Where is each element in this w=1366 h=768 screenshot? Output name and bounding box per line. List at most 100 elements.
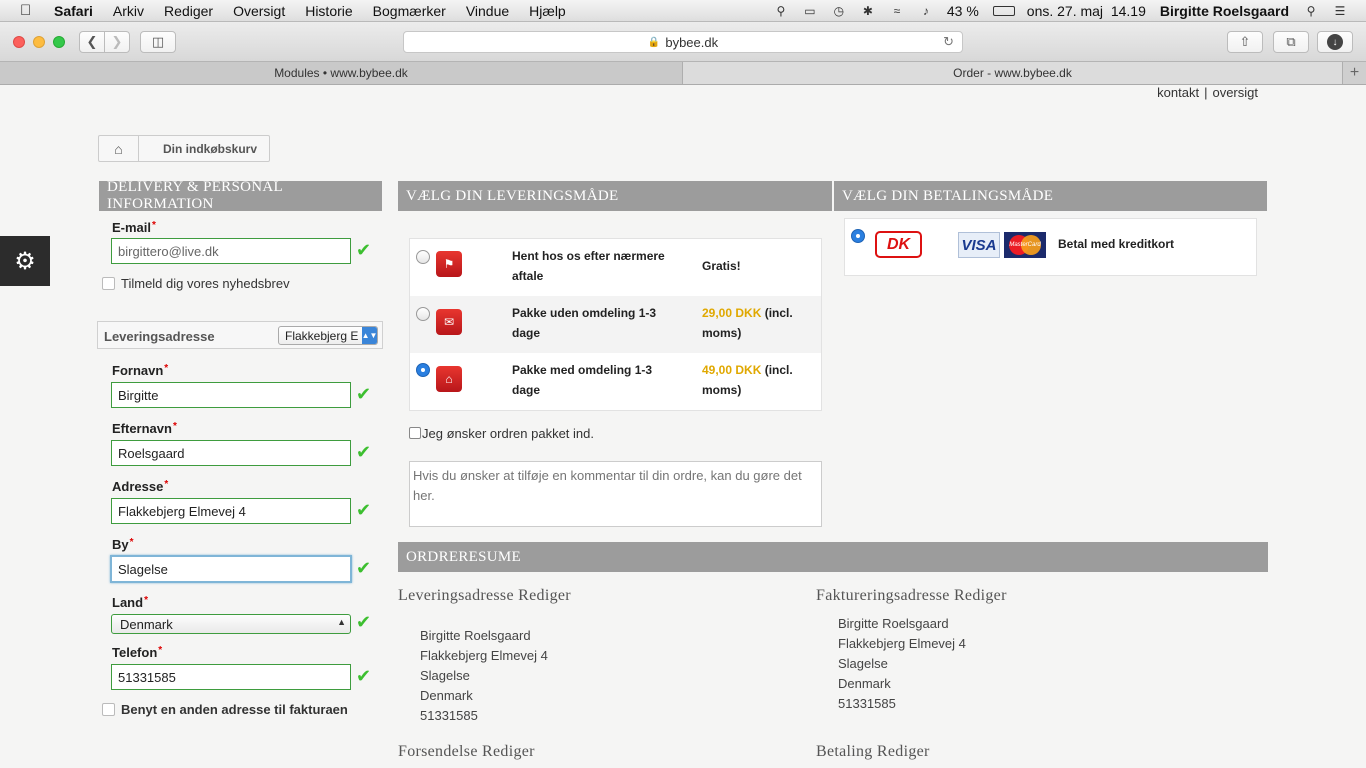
order-comment-input[interactable] (409, 461, 822, 527)
shipping-price-no-delivery: 29,00 DKK (incl. moms) (702, 303, 812, 343)
email-valid-check-icon: ✔ (356, 240, 372, 260)
delivery-address-select[interactable]: Flakkebjerg E ▲▼ (278, 326, 378, 345)
shipping-option-pickup[interactable]: ⚑ Hent hos os efter nærmere aftale Grati… (410, 239, 821, 296)
delivery-address-label: Leveringsadresse (104, 329, 215, 344)
airplay-icon[interactable]: ▭ (802, 4, 818, 18)
address-label: Adresse* (112, 479, 168, 494)
browser-toolbar: ❮ ❯ ◫ 🔒 bybee.dk ↻ ⇧ ⧉ ↓ (0, 22, 1366, 62)
visa-logo: VISA (958, 232, 1000, 258)
shipping-radio-pickup[interactable] (416, 250, 430, 264)
address-field[interactable]: Flakkebjerg Elmevej 4 (111, 498, 351, 524)
gift-wrap-checkbox[interactable] (409, 427, 421, 439)
battery-icon[interactable] (992, 6, 1015, 16)
firstname-field[interactable]: Birgitte (111, 382, 351, 408)
close-window-button[interactable] (13, 36, 25, 48)
menubar-status: ⚲ ▭ ◷ ✱ ≈ ♪ 43 % ons. 27. maj 14.19 Birg… (773, 0, 1366, 22)
payment-radio-card[interactable] (851, 229, 865, 243)
spotlight-search-icon[interactable]: ⚲ (1303, 4, 1319, 18)
shipping-radio-no-delivery[interactable] (416, 307, 430, 321)
summary-billing-line: 51331585 (838, 696, 896, 711)
shipping-price-no-delivery-amount: 29,00 DKK (702, 306, 762, 320)
share-icon: ⇧ (1239, 34, 1251, 49)
other-billing-checkbox[interactable] (102, 703, 115, 716)
tab-bar: Modules • www.bybee.dk Order - www.bybee… (0, 62, 1366, 85)
shipping-price-home-delivery: 49,00 DKK (incl. moms) (702, 360, 812, 400)
shipping-price-pickup: Gratis! (702, 256, 812, 276)
user-name[interactable]: Birgitte Roelsgaard (1160, 3, 1289, 19)
lock-icon: 🔒 (647, 36, 661, 48)
summary-delivery-line: 51331585 (420, 708, 478, 723)
required-mark: * (152, 220, 156, 231)
menu-bogmaerker[interactable]: Bogmærker (373, 3, 446, 19)
lastname-field[interactable]: Roelsgaard (111, 440, 351, 466)
menu-oversigt[interactable]: Oversigt (233, 3, 285, 19)
forward-button[interactable]: ❯ (104, 31, 130, 53)
phone-valid-check-icon: ✔ (356, 666, 372, 686)
shipping-name-pickup: Hent hos os efter nærmere aftale (512, 249, 665, 283)
summary-delivery-line: Birgitte Roelsgaard (420, 628, 531, 643)
country-select[interactable]: Denmark ▲ (111, 614, 351, 634)
notification-center-icon[interactable]: ☰ (1332, 4, 1348, 18)
apple-icon[interactable]:  (20, 2, 38, 19)
country-selected: Denmark (120, 616, 173, 632)
lastname-valid-check-icon: ✔ (356, 442, 372, 462)
wifi-icon[interactable]: ≈ (889, 4, 905, 18)
new-tab-button[interactable]: + (1343, 62, 1366, 84)
battery-percent[interactable]: 43 % (947, 3, 979, 19)
menu-arkiv[interactable]: Arkiv (113, 3, 144, 19)
sidebar-toggle-button[interactable]: ◫ (140, 31, 176, 53)
clock[interactable]: ons. 27. maj 14.19 (1027, 3, 1146, 19)
show-tabs-button[interactable]: ⧉ (1273, 31, 1309, 53)
tab-order[interactable]: Order - www.bybee.dk (683, 62, 1343, 84)
minimize-window-button[interactable] (33, 36, 45, 48)
payment-option-card[interactable]: DK VISA MasterCard Betal med kreditkort (844, 218, 1257, 276)
shipping-option-home-delivery[interactable]: ⌂ Pakke med omdeling 1-3 dage 49,00 DKK … (410, 353, 821, 410)
plus-icon: + (1349, 64, 1360, 81)
bluetooth-icon[interactable]: ✱ (860, 4, 876, 18)
volume-icon[interactable]: ♪ (918, 4, 934, 18)
address-bar[interactable]: 🔒 bybee.dk ↻ (403, 31, 963, 53)
reload-icon[interactable]: ↻ (943, 34, 954, 50)
menu-historie[interactable]: Historie (305, 3, 352, 19)
share-button[interactable]: ⇧ (1227, 31, 1263, 53)
mastercard-logo-text: MasterCard (1009, 242, 1041, 248)
overview-link[interactable]: oversigt (1212, 85, 1258, 100)
email-field[interactable]: birgittero@live.dk (111, 238, 351, 264)
newsletter-checkbox[interactable] (102, 277, 115, 290)
summary-billing-title[interactable]: Faktureringsadresse Rediger (816, 587, 1007, 605)
tab-modules[interactable]: Modules • www.bybee.dk (0, 62, 683, 84)
settings-gear-icon[interactable]: ⚙ (0, 236, 50, 286)
city-field[interactable]: Slagelse (110, 555, 352, 583)
summary-billing-address: Birgitte Roelsgaard Flakkebjerg Elmevej … (838, 614, 966, 714)
menu-hjaelp[interactable]: Hjælp (529, 3, 566, 19)
dankort-logo: DK (875, 231, 922, 258)
sidebar-icon: ◫ (151, 34, 165, 49)
shipping-option-no-delivery[interactable]: ✉ Pakke uden omdeling 1-3 dage 29,00 DKK… (410, 296, 821, 353)
shipping-radio-home-delivery[interactable] (416, 363, 430, 377)
network-icon[interactable]: ⚲ (773, 4, 789, 18)
home-delivery-icon: ⌂ (436, 366, 462, 392)
back-button[interactable]: ❮ (79, 31, 105, 53)
summary-shipping-title[interactable]: Forsendelse Rediger (398, 743, 535, 761)
menu-vindue[interactable]: Vindue (466, 3, 509, 19)
email-label-text: E-mail (112, 220, 152, 235)
menu-safari[interactable]: Safari (54, 3, 93, 19)
menu-rediger[interactable]: Rediger (164, 3, 213, 19)
city-label-text: By (112, 537, 129, 552)
time-machine-icon[interactable]: ◷ (831, 4, 847, 18)
other-billing-label: Benyt en anden adresse til fakturaen (121, 702, 348, 717)
payment-method-label: Betal med kreditkort (1058, 237, 1175, 251)
summary-delivery-address: Birgitte Roelsgaard Flakkebjerg Elmevej … (420, 626, 548, 726)
home-icon[interactable]: ⌂ (99, 136, 139, 161)
summary-payment-title[interactable]: Betaling Rediger (816, 743, 930, 761)
zoom-window-button[interactable] (53, 36, 65, 48)
summary-delivery-title[interactable]: Leveringsadresse Rediger (398, 587, 571, 605)
chevron-left-icon: ❮ (86, 34, 98, 49)
downloads-button[interactable]: ↓ (1317, 31, 1353, 53)
contact-link[interactable]: kontakt (1157, 85, 1199, 100)
shipping-price-home-delivery-amount: 49,00 DKK (702, 363, 762, 377)
required-mark: * (144, 595, 148, 606)
phone-field[interactable]: 51331585 (111, 664, 351, 690)
required-mark: * (129, 537, 134, 548)
web-page: kontakt | oversigt ⌂ Din indkøbskurv ⚙ DEL… (0, 85, 1366, 768)
